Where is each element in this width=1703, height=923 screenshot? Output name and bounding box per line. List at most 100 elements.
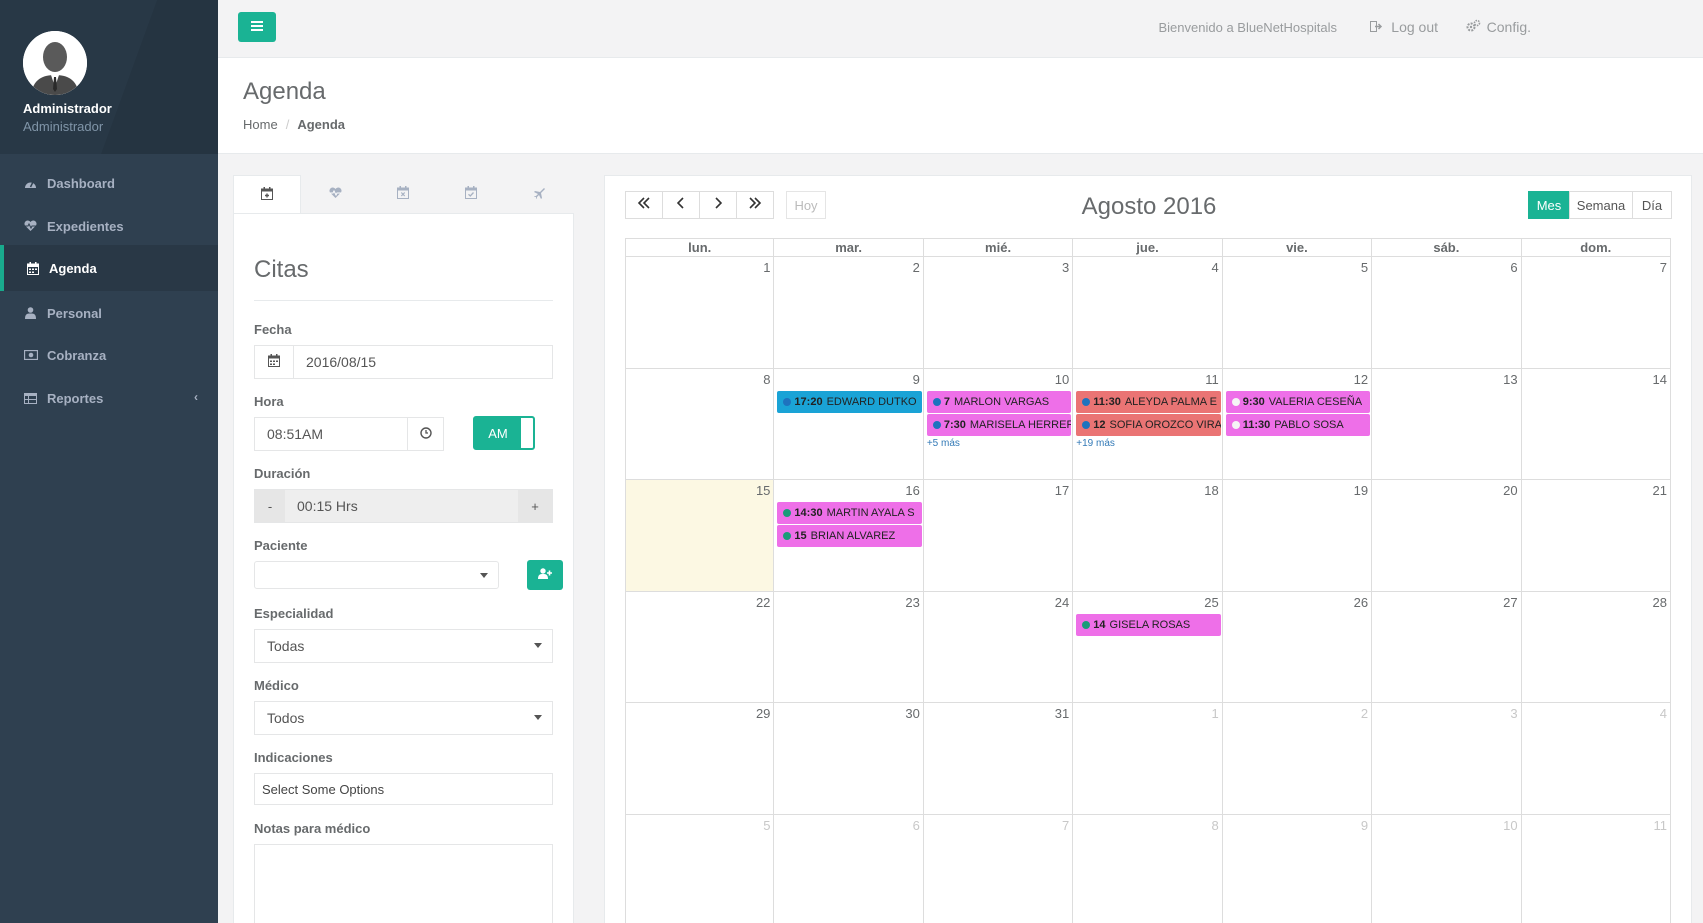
tab-confirmed[interactable] (437, 175, 505, 214)
day-cell[interactable]: 1 (625, 257, 775, 369)
profile-header: Administrador Administrador (0, 0, 218, 154)
hora-clock-addon[interactable] (407, 417, 444, 451)
day-cell[interactable]: 4 (1521, 703, 1671, 815)
calendar-event[interactable]: 11:30 PABLO SOSA (1225, 413, 1371, 436)
day-cell[interactable]: 31 (923, 703, 1074, 815)
day-cell[interactable]: 8 (625, 368, 775, 480)
breadcrumb-home[interactable]: Home (243, 117, 278, 132)
logout-link[interactable]: Log out (1370, 19, 1438, 35)
day-cell[interactable]: 7 (1521, 257, 1671, 369)
user-md-icon (23, 306, 38, 321)
day-number: 2 (912, 260, 920, 275)
day-number: 29 (755, 706, 771, 721)
sidebar-item-expedientes[interactable]: Expedientes (0, 203, 218, 249)
hora-input[interactable]: 08:51AM (254, 417, 408, 451)
more-events-link[interactable]: +5 más (927, 438, 960, 449)
view-week-button[interactable]: Semana (1569, 191, 1633, 219)
sidebar-item-agenda[interactable]: Agenda (0, 245, 218, 291)
especialidad-value: Todas (267, 638, 305, 654)
sidebar-item-reportes[interactable]: Reportes ‹ (0, 375, 218, 421)
event-time: 7 (943, 395, 950, 408)
calendar-event[interactable]: 17:20 EDWARD DUTKO (777, 390, 922, 413)
day-cell[interactable]: 13 (1372, 368, 1522, 480)
config-link[interactable]: Config. (1466, 19, 1531, 35)
day-cell[interactable]: 29 (625, 703, 775, 815)
page-title: Agenda (243, 78, 326, 105)
calendar-event[interactable]: 12SOFIA OROZCO VIRAMONTES (1076, 413, 1221, 436)
day-cell[interactable]: 1 (1073, 703, 1223, 815)
menu-toggle-button[interactable] (238, 12, 276, 42)
day-cell[interactable]: 14 (1521, 368, 1671, 480)
fecha-calendar-addon[interactable] (254, 345, 294, 379)
paciente-label: Paciente (254, 538, 308, 553)
calendar-event[interactable]: 14:30 MARTIN AYALA S (777, 502, 922, 524)
day-cell[interactable]: 24 (923, 591, 1074, 703)
indicaciones-multiselect[interactable]: Select Some Options (254, 773, 553, 805)
day-cell[interactable]: 27 (1372, 591, 1522, 703)
day-cell[interactable]: 23 (774, 591, 924, 703)
day-cell[interactable]: 2 (1222, 703, 1373, 815)
day-number: 2 (1360, 706, 1369, 721)
duracion-plus-button[interactable]: + (518, 490, 552, 522)
especialidad-select[interactable]: Todas (254, 629, 553, 663)
day-cell[interactable]: 30 (774, 703, 924, 815)
day-cell[interactable]: 21 (1521, 480, 1671, 592)
day-cell[interactable]: 3 (923, 257, 1074, 369)
day-number: 5 (763, 817, 771, 833)
day-cell[interactable]: 10 (1372, 814, 1522, 923)
day-number: 26 (1353, 594, 1369, 610)
day-cell[interactable]: 6 (1372, 257, 1522, 369)
top-navbar: Bienvenido a BlueNetHospitals Log out Co… (218, 0, 1703, 58)
calendar-event[interactable]: 9:30 VALERIA CESEÑA (1225, 390, 1371, 413)
tab-new-appointment[interactable] (233, 175, 301, 215)
day-cell[interactable]: 20 (1372, 480, 1522, 592)
day-cell[interactable]: 6 (774, 814, 924, 923)
duracion-minus-button[interactable]: - (255, 490, 285, 522)
notas-textarea[interactable] (254, 844, 553, 923)
more-events-link[interactable]: +19 más (1076, 438, 1115, 449)
paciente-select[interactable] (254, 561, 499, 589)
day-cell[interactable]: 5 (625, 814, 775, 923)
tab-cancelled[interactable] (369, 175, 437, 214)
day-cell[interactable]: 19 (1222, 480, 1373, 592)
day-number: 10 (1054, 371, 1070, 387)
day-cell[interactable]: 9 (1223, 814, 1373, 923)
calendar-event[interactable]: 7 MARLON VARGAS (926, 390, 1072, 413)
tab-heartbeat[interactable] (301, 175, 369, 214)
day-cell[interactable]: 3 (1372, 703, 1522, 815)
day-cell[interactable]: 4 (1073, 257, 1223, 369)
day-cell[interactable]: 2 (774, 257, 924, 369)
ampm-toggle[interactable]: AM (473, 416, 535, 450)
day-cell[interactable]: 26 (1222, 591, 1373, 703)
add-patient-button[interactable] (527, 560, 563, 590)
calendar-event[interactable]: 7:30 MARISELA HERRERA (926, 413, 1072, 436)
view-month-button[interactable]: Mes (1528, 191, 1570, 219)
duracion-value[interactable]: 00:15 Hrs (297, 490, 358, 522)
day-cell[interactable]: 7 (924, 814, 1074, 923)
weekday-header: mar. (774, 238, 924, 257)
day-cell[interactable]: 8 (1073, 814, 1223, 923)
calendar-event[interactable]: 11:30 ALEYDA PALMA E (1076, 390, 1221, 413)
day-cell[interactable]: 9 (774, 368, 924, 480)
sidebar-item-personal[interactable]: Personal (0, 290, 218, 336)
sidebar-item-cobranza[interactable]: Cobranza (0, 332, 218, 378)
breadcrumb-current: Agenda (297, 117, 345, 132)
calendar-event[interactable]: 15 BRIAN ALVAREZ (777, 525, 922, 547)
day-cell[interactable]: 28 (1521, 591, 1671, 703)
sidebar-item-dashboard[interactable]: Dashboard (0, 160, 218, 206)
day-cell[interactable]: 17 (923, 480, 1074, 592)
day-cell[interactable]: 25 (1073, 591, 1223, 703)
view-day-button[interactable]: Día (1632, 191, 1672, 219)
medico-select[interactable]: Todos (254, 701, 553, 735)
day-cell[interactable]: 22 (625, 591, 775, 703)
day-cell[interactable]: 15 (625, 480, 775, 592)
event-title: PABLO SOSA (1274, 418, 1344, 431)
fecha-input[interactable]: 2016/08/15 (293, 345, 553, 379)
avatar[interactable] (23, 31, 87, 95)
day-cell[interactable]: 5 (1222, 257, 1373, 369)
day-cell[interactable]: 18 (1073, 480, 1223, 592)
calendar-event[interactable]: 14 GISELA ROSAS (1076, 613, 1221, 636)
profile-name[interactable]: Administrador (23, 101, 112, 116)
day-cell[interactable]: 11 (1522, 814, 1671, 923)
tab-vacations[interactable] (505, 175, 573, 214)
